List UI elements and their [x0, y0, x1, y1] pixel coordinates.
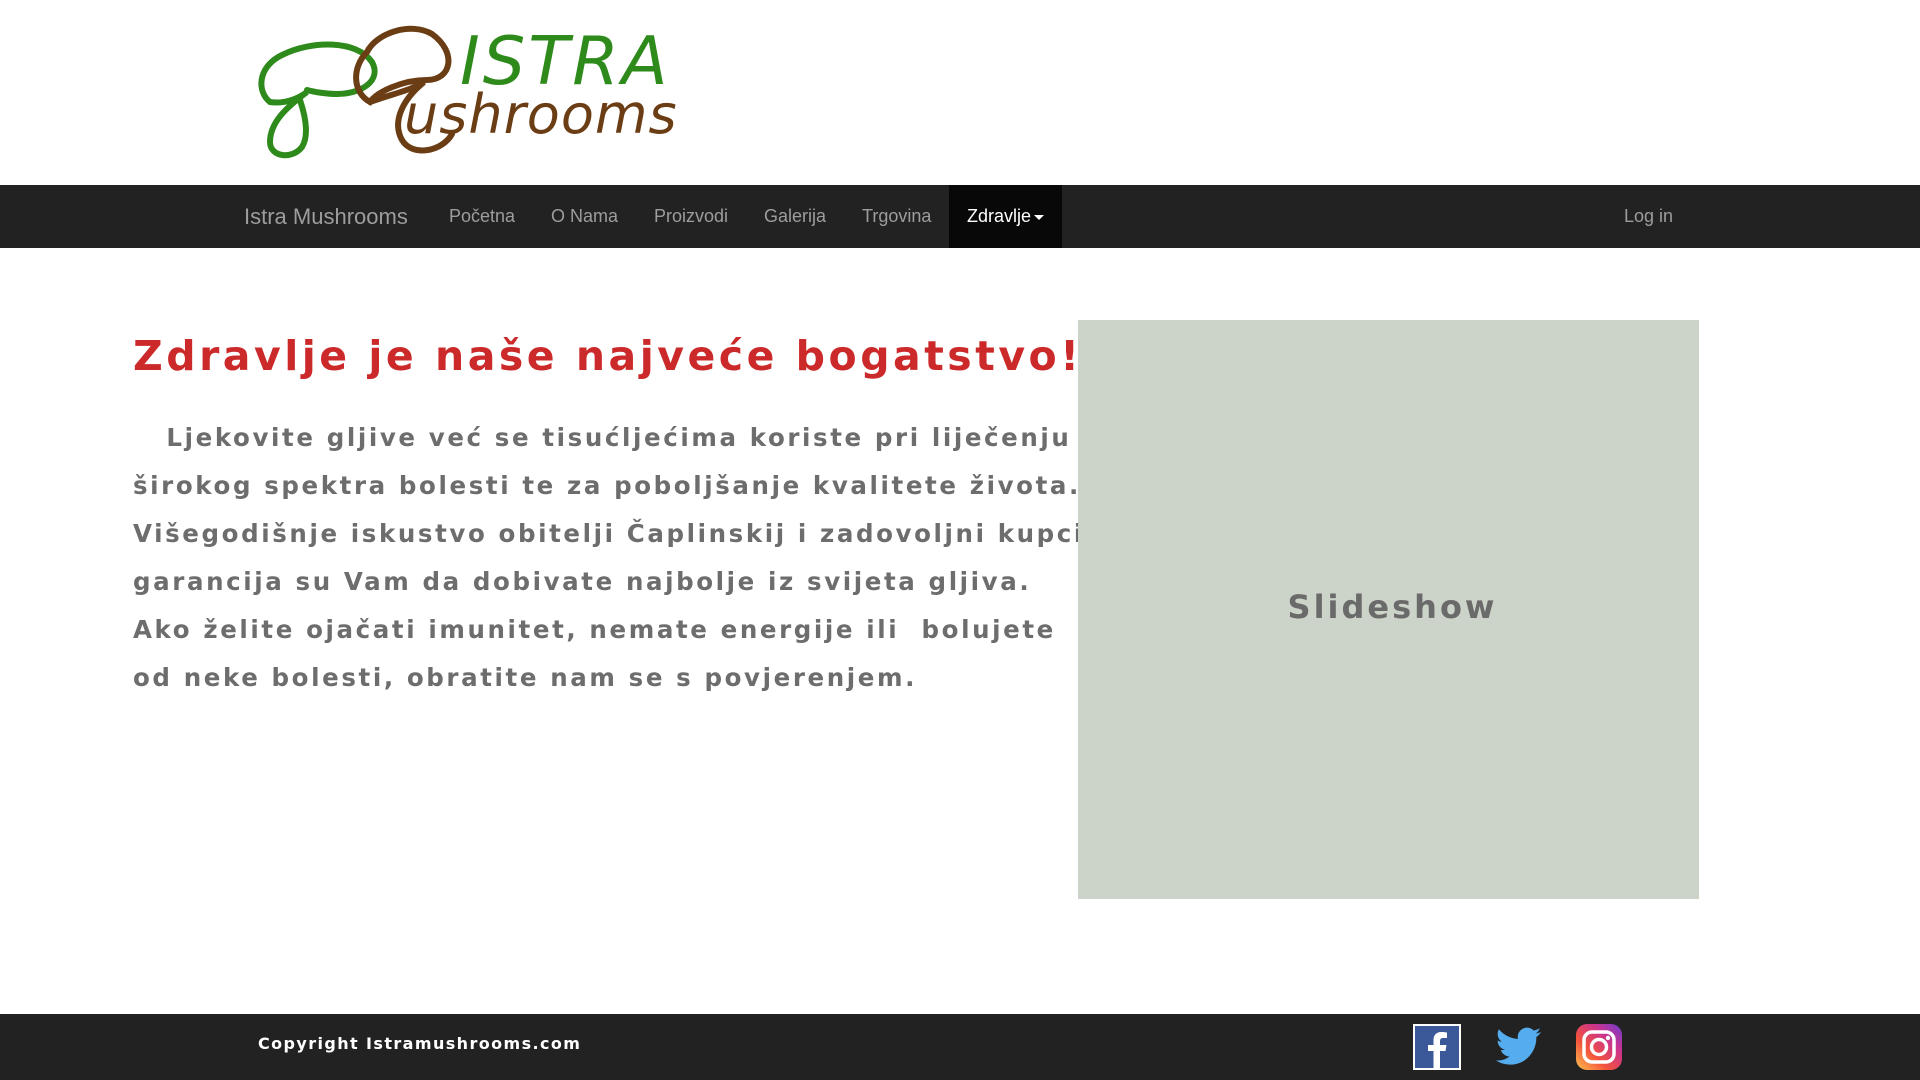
- site-footer: Copyright Istramushrooms.com: [0, 1014, 1920, 1080]
- paragraph-line: garancija su Vam da dobivate najbolje iz…: [133, 567, 1032, 596]
- slideshow-placeholder[interactable]: Slideshow: [1078, 320, 1699, 899]
- nav-item-zdravlje-label: Zdravlje: [967, 206, 1032, 226]
- copyright-text: Copyright Istramushrooms.com: [258, 1034, 582, 1053]
- slideshow-label: Slideshow: [1287, 587, 1498, 626]
- paragraph-line: Višegodišnje iskustvo obitelji Čaplinski…: [133, 519, 1085, 548]
- login-link[interactable]: Log in: [1624, 185, 1673, 248]
- paragraph-line: Ako želite ojačati imunitet, nemate ener…: [133, 615, 1056, 644]
- nav-item-o-nama[interactable]: O Nama: [551, 185, 618, 248]
- nav-item-trgovina[interactable]: Trgovina: [862, 185, 931, 248]
- paragraph-line: Ljekovite gljive već se tisućljećima kor…: [133, 423, 1072, 452]
- navbar-brand[interactable]: Istra Mushrooms: [244, 185, 408, 248]
- page-headline: Zdravlje je naše najveće bogatstvo!: [133, 332, 1083, 380]
- paragraph-line: od neke bolesti, obratite nam se s povje…: [133, 663, 918, 692]
- instagram-icon[interactable]: [1575, 1024, 1623, 1070]
- nav-item-pocetna[interactable]: Početna: [449, 185, 515, 248]
- intro-paragraph: Ljekovite gljive već se tisućljećima kor…: [133, 414, 1085, 702]
- caret-down-icon: [1034, 214, 1045, 220]
- nav-item-galerija[interactable]: Galerija: [764, 185, 826, 248]
- facebook-icon[interactable]: [1413, 1024, 1461, 1070]
- logo-word-ushrooms: ushrooms: [404, 83, 678, 146]
- paragraph-line: širokog spektra bolesti te za poboljšanj…: [133, 471, 1081, 500]
- nav-item-zdravlje-dropdown[interactable]: Zdravlje: [949, 185, 1063, 248]
- site-logo[interactable]: ISTRA ushrooms: [252, 22, 722, 162]
- twitter-icon[interactable]: [1495, 1024, 1543, 1070]
- top-navbar: Istra Mushrooms Početna O Nama Proizvodi…: [0, 185, 1920, 248]
- nav-item-proizvodi[interactable]: Proizvodi: [654, 185, 728, 248]
